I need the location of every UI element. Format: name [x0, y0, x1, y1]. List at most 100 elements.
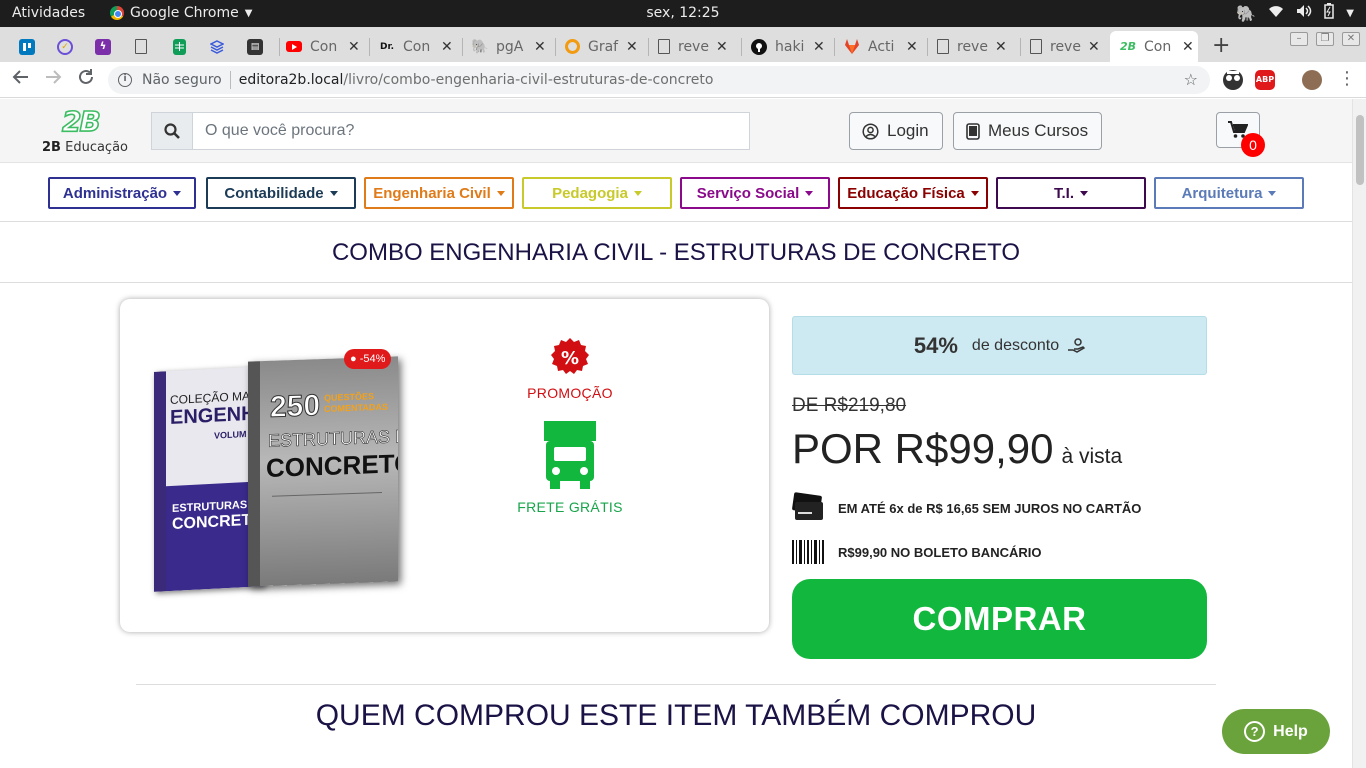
- help-button[interactable]: ? Help: [1222, 709, 1330, 754]
- cart-count-badge: 0: [1241, 133, 1265, 157]
- page-scrollbar[interactable]: [1352, 99, 1366, 768]
- clock[interactable]: sex, 12:25: [0, 5, 1366, 21]
- minimize-button[interactable]: –: [1290, 32, 1308, 46]
- pinned-tab-tasks[interactable]: ✓: [46, 31, 84, 62]
- document-icon: [1030, 39, 1042, 54]
- card-installments-text: EM ATÉ 6x de R$ 16,65 SEM JUROS NO CARTÃ…: [838, 500, 1142, 516]
- category-administracao[interactable]: Administração: [48, 177, 196, 209]
- site-logo[interactable]: 2B 2B Educação: [40, 104, 130, 159]
- login-label: Login: [887, 121, 929, 140]
- back-button[interactable]: [12, 68, 30, 91]
- pinned-tab-trello[interactable]: [8, 31, 46, 62]
- search-bar: [151, 112, 750, 150]
- close-icon[interactable]: ✕: [441, 39, 453, 55]
- book1-volume: VOLUM: [214, 429, 247, 441]
- bookmark-star-icon[interactable]: ☆: [1184, 70, 1198, 89]
- pinned-tab-sheets[interactable]: [160, 31, 198, 62]
- product-image[interactable]: COLEÇÃO MA ENGENHAR VOLUM ESTRUTURAS D C…: [150, 349, 410, 594]
- scrollbar-thumb[interactable]: [1356, 115, 1364, 185]
- pinned-tab-layers[interactable]: [198, 31, 236, 62]
- category-arquitetura[interactable]: Arquitetura: [1154, 177, 1304, 209]
- my-courses-button[interactable]: Meus Cursos: [953, 112, 1102, 150]
- pinned-tab-doc[interactable]: [122, 31, 160, 62]
- buy-button[interactable]: COMPRAR: [792, 579, 1207, 659]
- category-label: Educação Física: [847, 184, 965, 202]
- profile-avatar[interactable]: [1302, 70, 1322, 90]
- maximize-button[interactable]: ❐: [1316, 32, 1334, 46]
- discount-banner: 54% de desconto: [792, 316, 1207, 375]
- category-servico-social[interactable]: Serviço Social: [680, 177, 830, 209]
- info-icon[interactable]: i: [118, 73, 132, 87]
- caret-down-icon: [633, 190, 642, 196]
- pinned-tab-terminal[interactable]: ▤: [236, 31, 274, 62]
- tab-7[interactable]: reve ✕: [937, 31, 1007, 62]
- category-educacao-fisica[interactable]: Educação Física: [838, 177, 988, 209]
- system-tray[interactable]: 🐘 ▼: [1236, 3, 1354, 23]
- document-icon: [135, 39, 147, 54]
- tab-6[interactable]: Acti ✕: [844, 31, 918, 62]
- category-engenharia-civil[interactable]: Engenharia Civil: [364, 177, 514, 209]
- tab-label: reve: [957, 38, 988, 55]
- percent-badge-icon: %: [550, 337, 590, 377]
- book-discount-badge: ● -54%: [344, 349, 392, 369]
- tab-8[interactable]: reve ✕: [1030, 31, 1100, 62]
- close-icon[interactable]: ✕: [534, 39, 546, 55]
- category-label: Contabilidade: [224, 184, 324, 202]
- github-icon: [751, 38, 767, 55]
- close-icon[interactable]: ✕: [995, 39, 1007, 55]
- login-button[interactable]: Login: [849, 112, 943, 150]
- category-ti[interactable]: T.I.: [996, 177, 1146, 209]
- search-button[interactable]: [151, 112, 192, 150]
- adblock-extension-icon[interactable]: ABP: [1255, 70, 1275, 90]
- security-label[interactable]: Não seguro: [142, 72, 222, 88]
- dr-icon: Dr.: [379, 41, 395, 52]
- close-window-button[interactable]: ✕: [1342, 32, 1360, 46]
- check-circle-icon: ✓: [57, 38, 73, 55]
- close-icon[interactable]: ✕: [626, 39, 638, 55]
- category-contabilidade[interactable]: Contabilidade: [206, 177, 356, 209]
- tab-label: Graf: [588, 38, 619, 55]
- close-icon[interactable]: ✕: [348, 39, 360, 55]
- tab-3[interactable]: Graf ✕: [565, 31, 638, 62]
- chrome-menu-icon[interactable]: ⋮: [1338, 68, 1356, 89]
- url-field[interactable]: i Não seguro editora2b.local/livro/combo…: [108, 66, 1210, 94]
- product-image-card: COLEÇÃO MA ENGENHAR VOLUM ESTRUTURAS D C…: [120, 299, 769, 632]
- url-host: editora2b.local: [238, 72, 344, 88]
- book2-title2: CONCRETO: [266, 447, 398, 483]
- tab-9-active[interactable]: 2B Con ✕: [1110, 31, 1198, 62]
- book2-title1: ESTRUTURAS DE: [268, 425, 398, 451]
- tab-label: haki: [775, 38, 805, 55]
- current-price: POR R$99,90 à vista: [792, 425, 1122, 473]
- tab-4[interactable]: reve ✕: [658, 31, 728, 62]
- search-input[interactable]: [192, 112, 750, 150]
- hand-coin-icon: [1068, 337, 1086, 353]
- close-icon[interactable]: ✕: [813, 39, 825, 55]
- postgres-tray-icon[interactable]: 🐘: [1236, 4, 1256, 23]
- incognito-extension-icon[interactable]: [1223, 70, 1243, 90]
- tab-5[interactable]: haki ✕: [751, 31, 825, 62]
- caret-down-icon: [496, 190, 505, 196]
- my-courses-label: Meus Cursos: [988, 121, 1089, 140]
- category-label: Serviço Social: [696, 184, 800, 202]
- tab-label: reve: [1050, 38, 1081, 55]
- tab-label: Con: [310, 38, 338, 55]
- close-icon[interactable]: ✕: [1088, 39, 1100, 55]
- tab-2[interactable]: 🐘 pgA ✕: [471, 31, 546, 62]
- credit-card-icon: [792, 492, 823, 520]
- 2b-icon: 2B: [1119, 40, 1137, 53]
- category-label: Pedagogia: [552, 184, 628, 202]
- forward-button[interactable]: [44, 68, 62, 91]
- close-icon[interactable]: ✕: [906, 39, 918, 55]
- reload-button[interactable]: [77, 68, 95, 91]
- category-nav: Administração Contabilidade Engenharia C…: [0, 164, 1352, 222]
- tab-1[interactable]: Dr. Con ✕: [379, 31, 453, 62]
- close-icon[interactable]: ✕: [1182, 39, 1194, 55]
- pinned-tab-app[interactable]: ϟ: [84, 31, 122, 62]
- promo-indicator: % PROMOÇÃO: [520, 337, 620, 401]
- category-label: Engenharia Civil: [373, 184, 491, 202]
- close-icon[interactable]: ✕: [716, 39, 728, 55]
- boleto-row: R$99,90 NO BOLETO BANCÁRIO: [792, 540, 1041, 564]
- tab-0[interactable]: Con ✕: [286, 31, 360, 62]
- category-pedagogia[interactable]: Pedagogia: [522, 177, 672, 209]
- new-tab-button[interactable]: +: [1212, 33, 1230, 58]
